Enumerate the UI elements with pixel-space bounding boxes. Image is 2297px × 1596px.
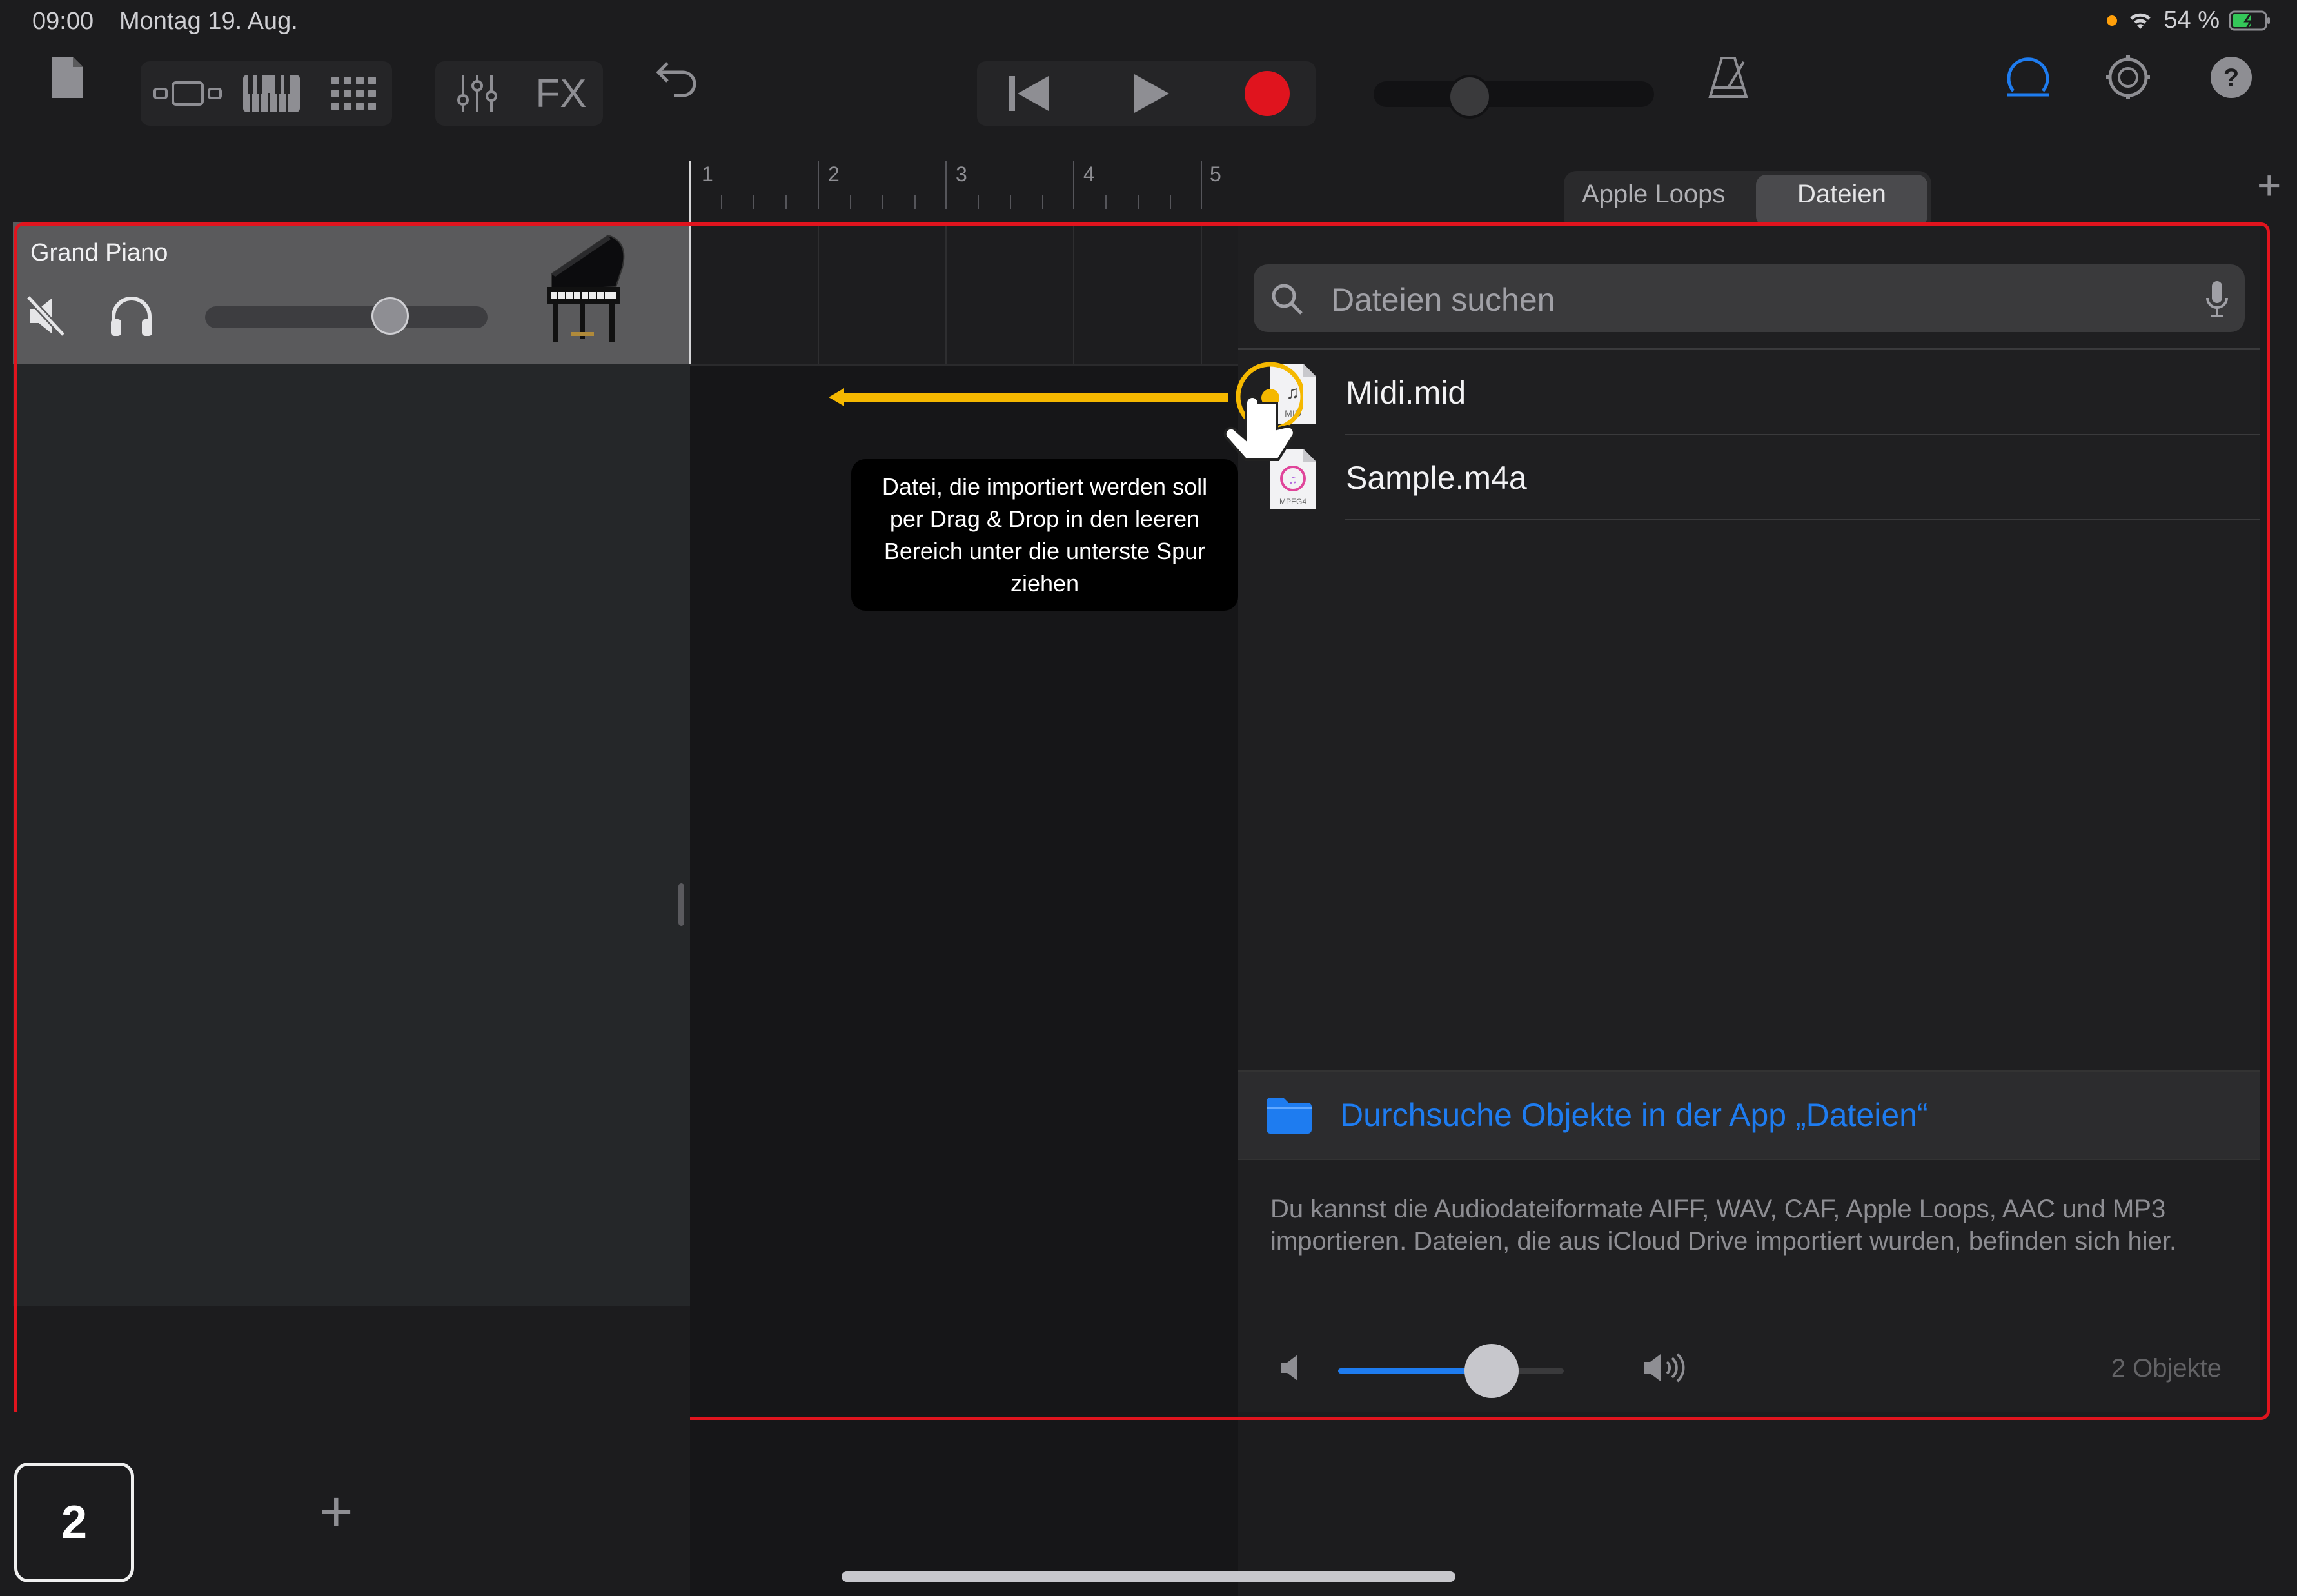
master-volume-knob[interactable] (1448, 75, 1492, 119)
track-view-icon[interactable] (147, 61, 228, 126)
undo-icon[interactable] (645, 45, 709, 110)
add-plus-icon[interactable]: + (2257, 164, 2281, 206)
instruction-callout: Datei, die importiert werden soll per Dr… (851, 459, 1238, 611)
browser-tabs: Apple Loops Dateien (1564, 171, 1931, 230)
ruler-bar-line (818, 161, 819, 209)
mix-group: FX (435, 61, 603, 126)
fx-icon[interactable]: FX (519, 61, 603, 126)
record-icon[interactable] (1219, 61, 1316, 126)
step-number-badge: 2 (14, 1463, 134, 1582)
callout-text: Datei, die importiert werden soll per Dr… (882, 473, 1208, 596)
document-icon[interactable] (35, 45, 100, 110)
date: Montag 19. Aug. (119, 8, 298, 35)
status-right: 54 % (2107, 6, 2271, 34)
bar-number: 5 (1210, 163, 1221, 186)
tab-files[interactable]: Dateien (1797, 180, 1886, 209)
drag-arrow (829, 384, 1235, 413)
loop-browser-icon[interactable] (1996, 45, 2060, 110)
ruler-bar-line (1073, 161, 1074, 209)
battery-percent: 54 % (2164, 6, 2220, 34)
bar-number: 2 (828, 163, 840, 186)
bar-number: 3 (956, 163, 967, 186)
bar-number: 1 (702, 163, 713, 186)
grid-icon[interactable] (315, 61, 392, 126)
svg-text:?: ? (2223, 64, 2239, 92)
transport-group (977, 61, 1316, 126)
wifi-icon (2130, 13, 2151, 29)
keyboard-icon[interactable] (231, 61, 311, 126)
bar-number: 4 (1083, 163, 1095, 186)
ruler-bar-line (945, 161, 947, 209)
play-icon[interactable] (1087, 61, 1216, 126)
settings-icon[interactable] (2096, 45, 2160, 110)
rewind-icon[interactable] (977, 61, 1080, 126)
add-track-icon[interactable]: + (319, 1483, 353, 1541)
metronome-icon[interactable] (1696, 45, 1760, 110)
battery-icon (2229, 10, 2270, 30)
ruler[interactable]: 1 2 3 4 5 (689, 161, 1237, 213)
home-indicator[interactable] (842, 1571, 1455, 1582)
toolbar: FX ? (0, 45, 2297, 161)
status-bar: 09:00 Montag 19. Aug. 54 % (0, 0, 2297, 45)
help-icon[interactable]: ? (2199, 45, 2263, 110)
view-group (141, 61, 392, 126)
tab-apple-loops[interactable]: Apple Loops (1582, 180, 1725, 209)
record-dot (1245, 71, 1290, 116)
ruler-bar-line (1201, 161, 1202, 209)
mixer-icon[interactable] (435, 61, 519, 126)
clock: 09:00 (32, 8, 94, 35)
orange-dot-icon (2107, 15, 2118, 26)
touch-point-icon (1212, 358, 1305, 471)
master-volume[interactable] (1374, 75, 1654, 119)
